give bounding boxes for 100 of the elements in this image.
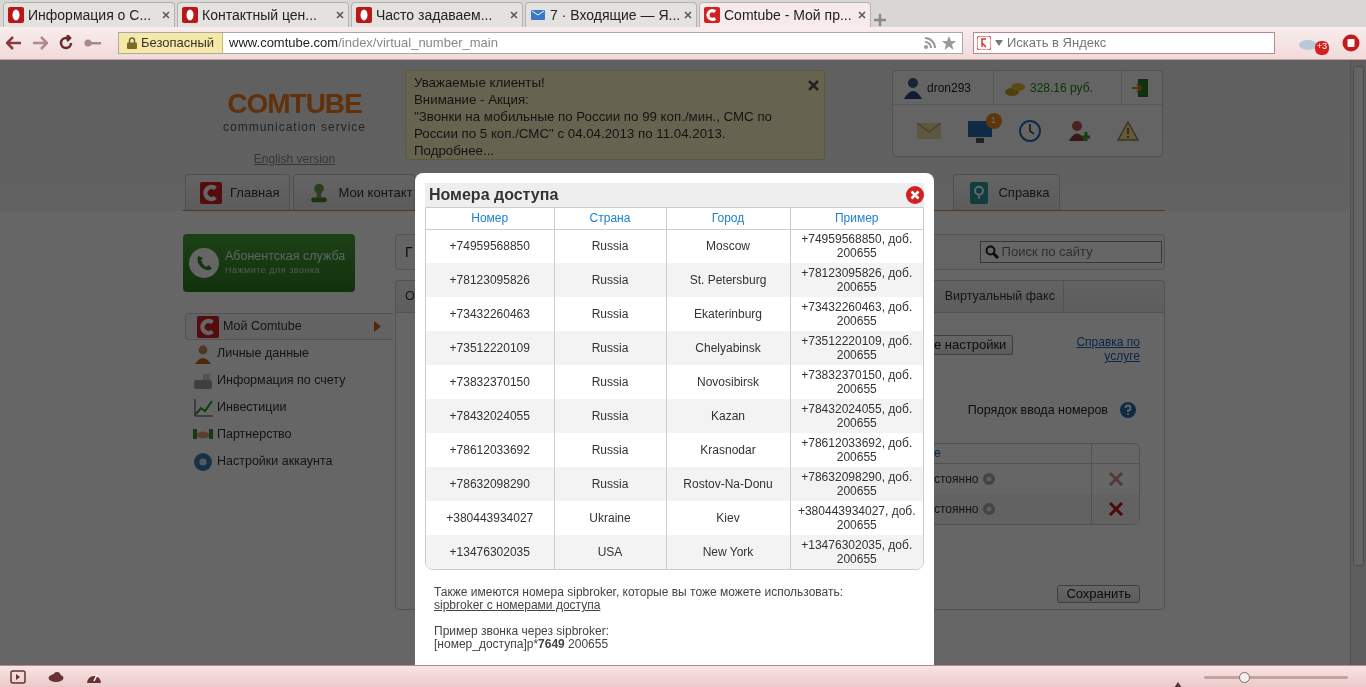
dialog-title: Номера доступа [429, 185, 559, 205]
nav-tab[interactable]: Мои контакт [293, 174, 416, 210]
table-cell: +78123095826, доб. 200655 [801, 266, 913, 294]
table-cell: USA [597, 545, 623, 559]
column-header[interactable]: Пример [834, 211, 879, 226]
table-cell: +73512220109 [449, 341, 530, 355]
table-cell: St. Petersburg [689, 273, 767, 287]
table-cell: Ukraine [589, 511, 631, 525]
delete-icon[interactable] [1107, 501, 1124, 516]
table-cell: Kiev [716, 511, 740, 525]
table-cell: +74959568850, доб. 200655 [801, 232, 913, 261]
balance-link[interactable]: 328.16 руб. [1030, 78, 1093, 97]
envelope-icon[interactable] [916, 123, 941, 139]
close-icon[interactable] [906, 186, 924, 204]
gear-icon[interactable] [982, 471, 997, 486]
username-link[interactable]: dron293 [927, 78, 972, 97]
sidebar-item[interactable]: Личные данные [183, 340, 393, 367]
key-icon[interactable] [84, 38, 102, 48]
table-cell: +78123095826 [449, 273, 530, 287]
table-cell: +78432024055 [449, 409, 530, 423]
column-header[interactable]: е [934, 444, 941, 463]
column-header[interactable]: Город [711, 211, 745, 226]
chart-icon [193, 397, 213, 418]
phone-icon [189, 248, 219, 278]
close-icon[interactable] [808, 80, 819, 91]
monitor-icon[interactable] [967, 120, 992, 143]
help-icon[interactable] [1120, 402, 1136, 419]
stop-icon[interactable] [1342, 34, 1360, 52]
table-cell: +78612033692 [449, 443, 530, 457]
column-header[interactable]: Номер [471, 211, 509, 226]
browser-tab[interactable]: Информация о С... [3, 2, 175, 27]
table-cell: Russia [591, 409, 629, 423]
gear-icon [193, 451, 213, 472]
panel-icon[interactable] [10, 669, 26, 684]
sidebar-item[interactable]: Инвестиции [183, 394, 393, 421]
scrollbar[interactable] [1350, 60, 1366, 665]
notification-badge: 1 [985, 113, 1002, 129]
new-tab-icon[interactable] [873, 13, 887, 27]
save-button[interactable]: Сохранить [1057, 584, 1140, 603]
close-icon[interactable] [162, 11, 170, 19]
close-icon[interactable] [684, 11, 692, 19]
table-cell: +73832370150 [449, 375, 530, 389]
notice-text: Внимание - Акция: [414, 91, 530, 108]
browser-tab[interactable]: Часто задаваем... [351, 2, 523, 27]
user-add-icon[interactable] [1067, 120, 1090, 142]
help-link[interactable]: Справка по услуге [1060, 335, 1140, 363]
nav-link[interactable]: Г [405, 241, 413, 263]
person-icon [193, 343, 213, 364]
notice-text: "Звонки на мобильные по России по 99 коп./мин., СМС по России по 5 коп./СМС" с 04.04.2013 по 11.04.2013. [414, 108, 773, 142]
table-cell: +73432260463, доб. 200655 [801, 300, 913, 328]
table-cell-text: стоянно [934, 500, 979, 518]
table-cell: +78632098290, доб. 200655 [801, 470, 913, 498]
table-cell: Chelyabinsk [695, 341, 761, 355]
table-cell: Russia [591, 375, 629, 389]
table-cell: Kazan [711, 409, 745, 423]
column-header[interactable]: Страна [589, 211, 631, 226]
gear-icon[interactable] [982, 501, 997, 516]
table-cell: Krasnodar [700, 443, 756, 457]
settings-button[interactable]: е настройки [934, 335, 1014, 355]
user-icon [903, 76, 923, 99]
clock-icon[interactable] [1018, 120, 1041, 142]
table-cell: Russia [591, 443, 629, 457]
nav-tab[interactable]: Главная [185, 174, 291, 210]
back-icon[interactable] [6, 36, 22, 50]
close-icon[interactable] [336, 11, 344, 19]
more-link[interactable]: Подробнее... [414, 143, 495, 158]
sidebar-item[interactable]: Настройки аккаунта [183, 448, 393, 475]
reload-icon[interactable] [58, 35, 74, 51]
cloud-icon[interactable] [48, 671, 64, 682]
close-icon[interactable] [510, 11, 518, 19]
table-cell: +78432024055, доб. 200655 [801, 402, 913, 430]
logo-subtitle: communication service [221, 119, 367, 136]
logo-title: COMTUBE [226, 90, 363, 118]
table-cell: +78632098290 [449, 477, 530, 491]
sipbroker-link[interactable]: sipbroker с номерами доступа [434, 598, 601, 612]
forward-icon[interactable] [32, 36, 48, 50]
sidebar-item[interactable]: Партнерство [183, 421, 393, 448]
table-cell: Rostov-Na-Donu [683, 477, 773, 491]
browser-tab[interactable]: Контактный цен... [177, 2, 349, 27]
nav-tab[interactable]: Справка [953, 174, 1061, 210]
up-arrow-icon[interactable] [1174, 682, 1182, 687]
table-cell: New York [702, 545, 754, 559]
browser-tab[interactable]: Comtube - Мой пр... [699, 2, 871, 27]
example-title: Пример звонка через sipbroker: [434, 625, 611, 638]
close-icon[interactable] [858, 11, 866, 19]
browser-tab[interactable]: 7 · Входящие — Я... [525, 2, 697, 27]
sidebar-item[interactable]: Мой Comtube [185, 313, 393, 340]
table-cell: Moscow [706, 239, 750, 254]
notification-badge: +3 [1314, 41, 1329, 55]
sidebar-item[interactable]: Информация по счету [183, 367, 393, 394]
exit-door-icon[interactable] [1132, 77, 1150, 98]
arrow-icon [374, 321, 381, 332]
search-box[interactable]: Искать в Яндекс [973, 32, 1275, 54]
table-cell: Russia [591, 239, 629, 254]
zoom-slider[interactable] [1239, 671, 1251, 683]
search-icon [984, 245, 999, 259]
table-cell: +73512220109, доб. 200655 [801, 334, 913, 362]
caret-icon[interactable] [995, 40, 1003, 46]
warning-icon[interactable] [1116, 121, 1139, 141]
table-cell: Russia [591, 273, 629, 287]
